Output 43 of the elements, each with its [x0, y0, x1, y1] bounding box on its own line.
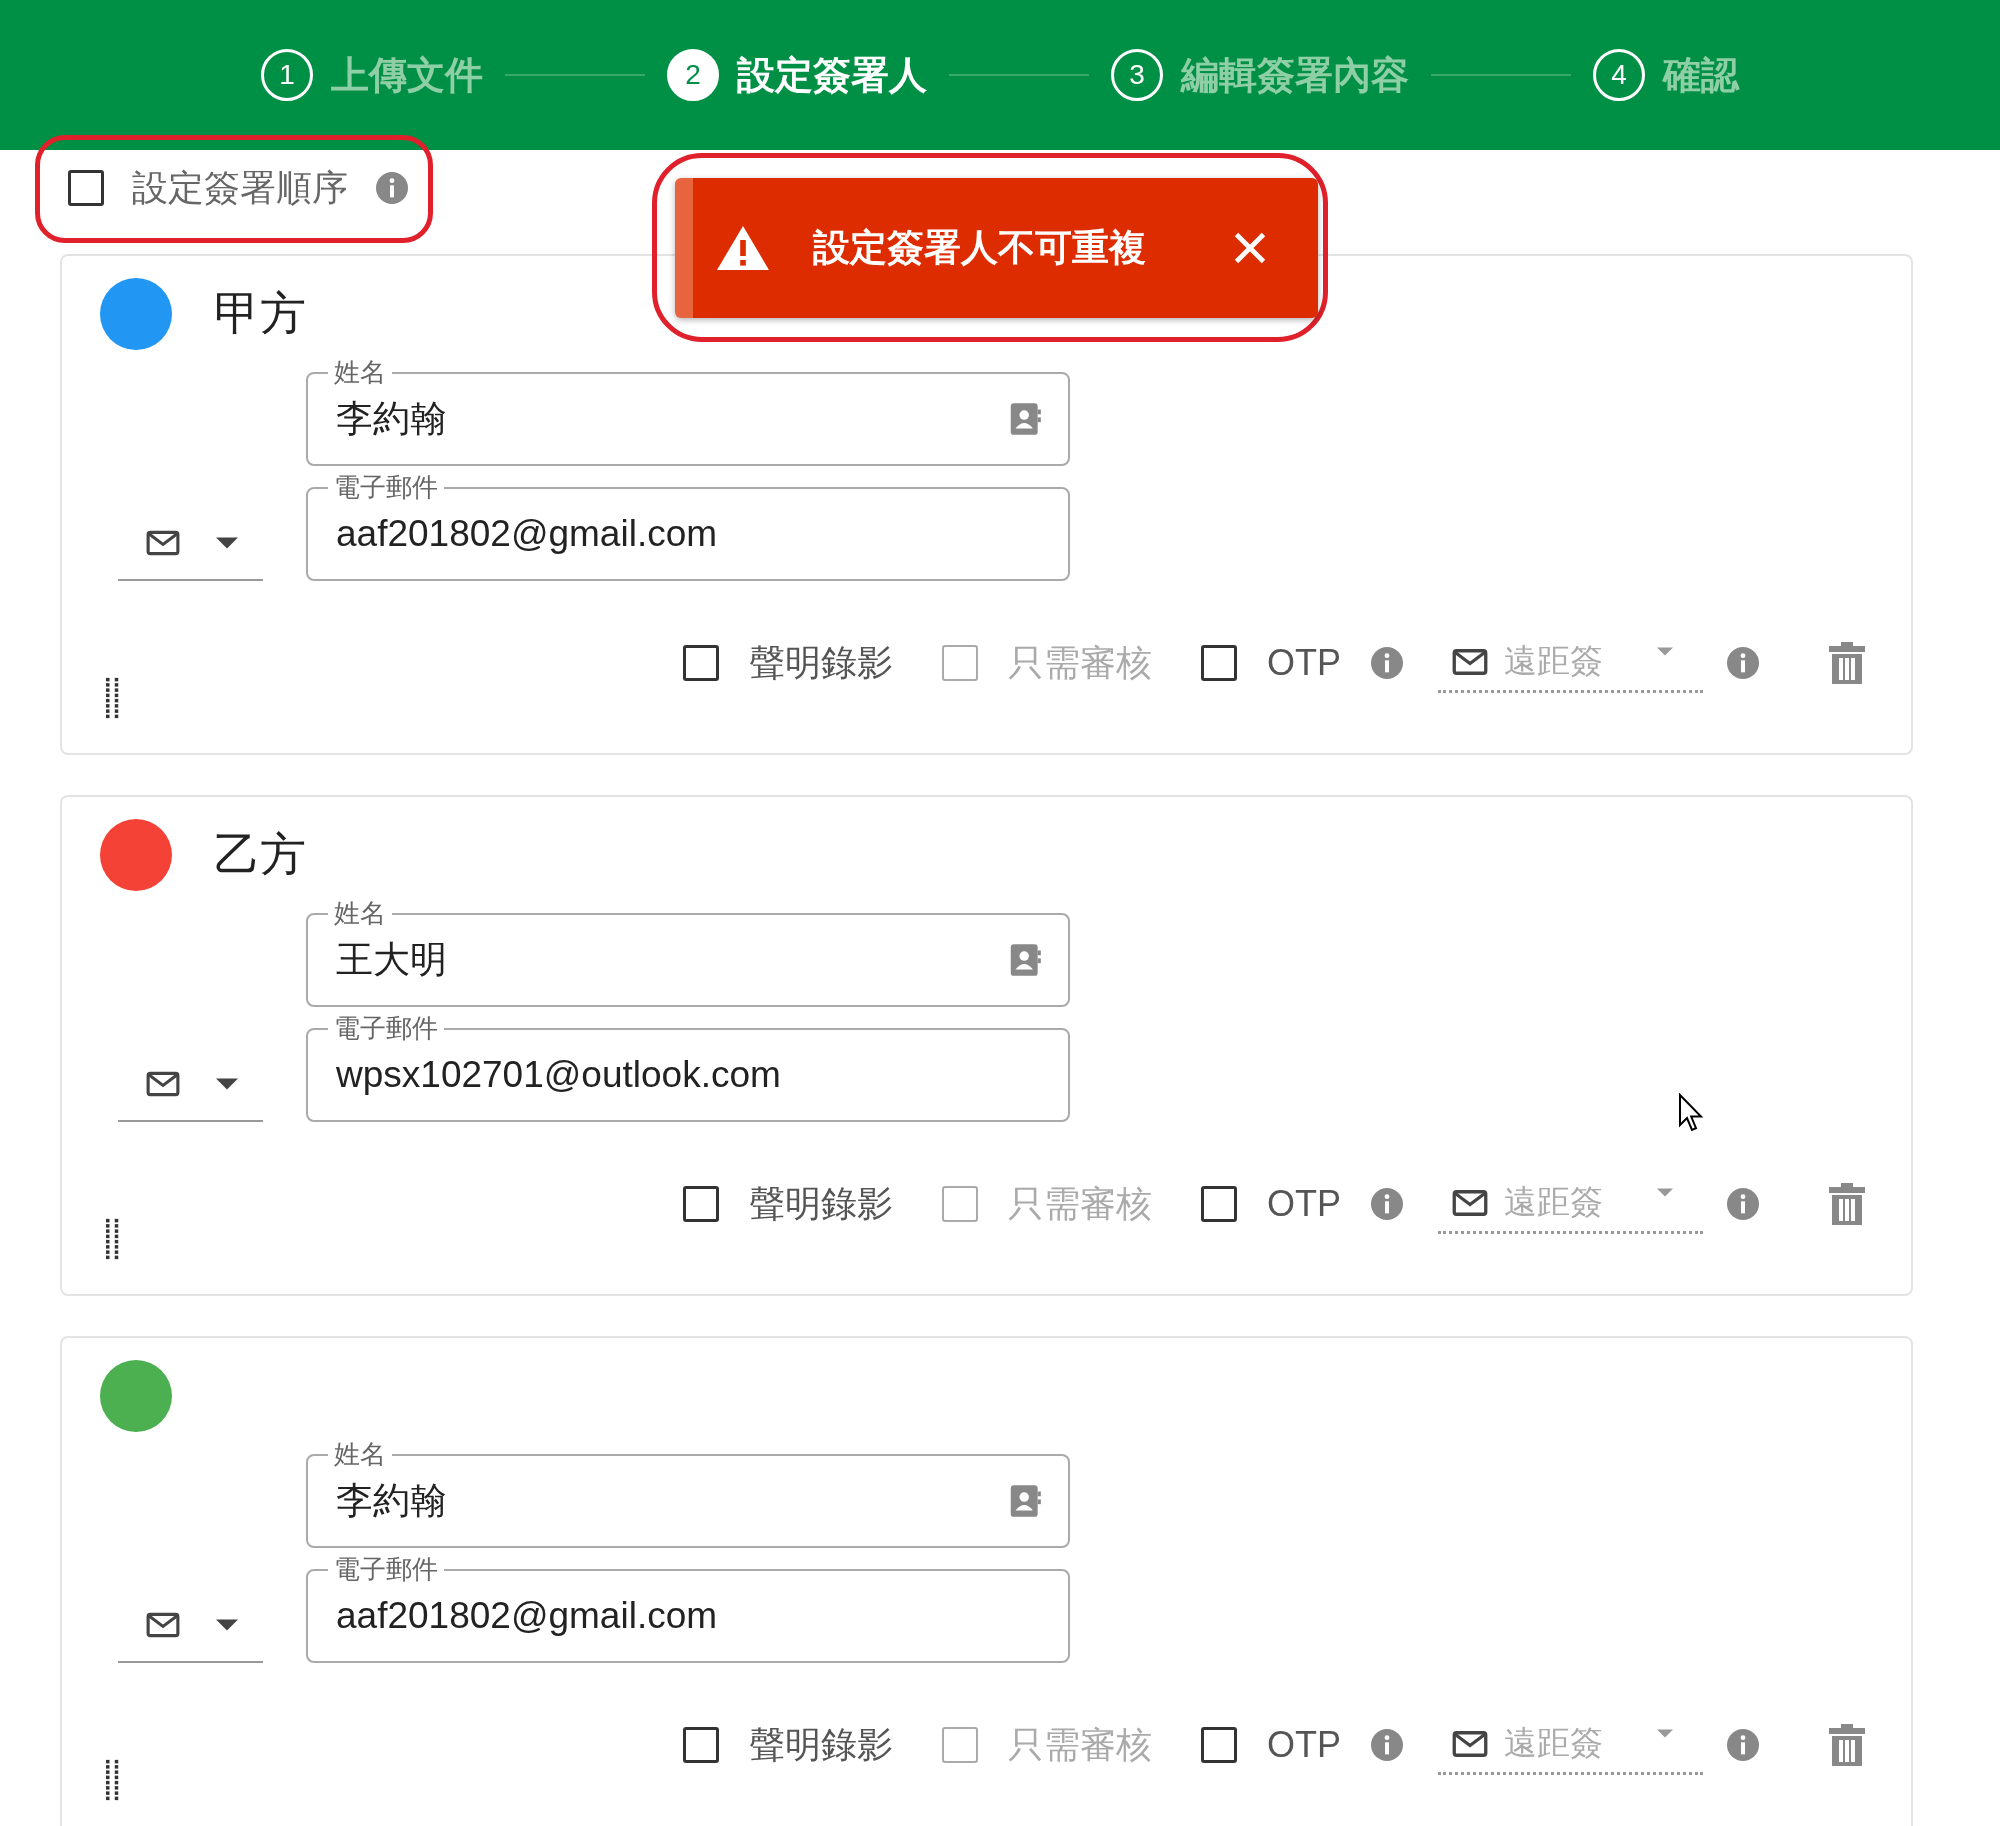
drag-handle-icon[interactable]	[106, 1757, 120, 1803]
trash-icon[interactable]	[1829, 1724, 1865, 1766]
envelope-icon	[146, 1071, 180, 1097]
toast-message: 設定簽署人不可重複	[813, 226, 1146, 270]
step-tab[interactable]: 3 編輯簽署內容	[1111, 49, 1409, 101]
caret-icon	[1657, 1188, 1673, 1197]
envelope-icon	[1452, 1729, 1488, 1758]
warning-icon	[715, 224, 771, 272]
info-icon[interactable]	[1727, 647, 1759, 679]
signer-name: 乙方	[214, 827, 306, 882]
option-checkbox[interactable]: OTP	[1201, 642, 1341, 684]
option-checkbox[interactable]: OTP	[1201, 1724, 1341, 1766]
option-checkbox[interactable]: 聲明錄影	[683, 1720, 893, 1770]
checkbox-label: 設定簽署順序	[132, 165, 348, 210]
caret-icon	[216, 537, 238, 549]
mouse-pointer-icon	[1678, 1093, 1704, 1133]
trash-icon[interactable]	[1829, 642, 1865, 684]
envelope-icon	[146, 530, 180, 556]
info-icon[interactable]	[376, 172, 408, 204]
info-icon[interactable]	[1371, 1729, 1403, 1761]
trash-icon[interactable]	[1829, 1183, 1865, 1225]
envelope-icon	[146, 1612, 180, 1638]
close-icon[interactable]	[1232, 230, 1268, 266]
step-tab[interactable]: 1 上傳文件	[261, 49, 483, 101]
option-checkbox[interactable]: 聲明錄影	[683, 1179, 893, 1229]
info-icon[interactable]	[1371, 1188, 1403, 1220]
caret-icon	[216, 1619, 238, 1631]
info-icon[interactable]	[1371, 647, 1403, 679]
envelope-icon	[1452, 647, 1488, 676]
caret-icon	[216, 1078, 238, 1090]
checkbox[interactable]	[68, 170, 104, 206]
info-icon[interactable]	[1727, 1729, 1759, 1761]
drag-handle-icon[interactable]	[106, 1216, 120, 1262]
caret-icon	[1657, 1729, 1673, 1738]
step-tab[interactable]: 4 確認	[1593, 49, 1739, 101]
step-tab[interactable]: 2 設定簽署人	[667, 49, 927, 101]
option-checkbox[interactable]: OTP	[1201, 1183, 1341, 1225]
info-icon[interactable]	[1727, 1188, 1759, 1220]
signer-name: 甲方	[214, 286, 306, 341]
envelope-icon	[1452, 1188, 1488, 1217]
option-checkbox[interactable]: 聲明錄影	[683, 638, 893, 688]
drag-handle-icon[interactable]	[106, 675, 120, 721]
caret-icon	[1657, 647, 1673, 656]
